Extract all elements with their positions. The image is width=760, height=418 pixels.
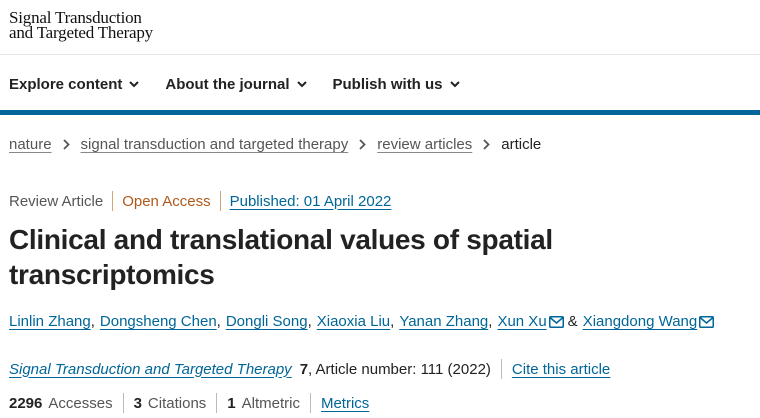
envelope-icon[interactable] <box>548 315 564 328</box>
volume-number: 7 <box>299 360 309 378</box>
author-separator: , <box>90 313 95 330</box>
nav-label: Explore content <box>9 75 123 93</box>
breadcrumb-review-articles[interactable]: review articles <box>377 136 472 153</box>
nav-label: Publish with us <box>332 75 443 93</box>
journal-name-link[interactable]: Signal Transduction and Targeted Therapy <box>9 361 292 378</box>
author-link[interactable]: Xiangdong Wang <box>583 313 698 330</box>
published-date-link[interactable]: Published: 01 April 2022 <box>230 193 392 210</box>
article-meta: Review Article Open Access Published: 01… <box>9 191 391 211</box>
author-link[interactable]: Xiaoxia Liu <box>317 313 390 330</box>
chevron-right-icon <box>62 139 70 150</box>
altmetric-label: Altmetric <box>241 394 300 412</box>
citation-line: Signal Transduction and Targeted Therapy… <box>9 359 610 379</box>
author-link[interactable]: Dongsheng Chen <box>100 313 217 330</box>
metrics-divider <box>122 393 124 413</box>
chevron-right-icon <box>483 139 491 150</box>
author-separator: , <box>488 313 493 330</box>
breadcrumb-journal[interactable]: signal transduction and targeted therapy <box>81 136 349 153</box>
chevron-down-icon <box>449 80 460 87</box>
cite-this-article-link[interactable]: Cite this article <box>512 361 610 378</box>
main-nav: Explore content About the journal Publis… <box>9 72 486 96</box>
citations-count: 3 <box>133 394 142 412</box>
header-divider <box>0 54 760 55</box>
author-link[interactable]: Yanan Zhang <box>399 313 488 330</box>
altmetric-count: 1 <box>227 394 236 412</box>
article-number: , Article number: 111 (2022) <box>308 360 491 378</box>
nav-accent-bar <box>0 110 760 115</box>
author-list: Linlin Zhang, Dongsheng Chen, Dongli Son… <box>9 313 715 330</box>
author-separator: , <box>390 313 395 330</box>
meta-divider <box>219 191 221 211</box>
breadcrumb: nature signal transduction and targeted … <box>9 136 541 153</box>
open-access-badge: Open Access <box>122 192 211 210</box>
citation-divider <box>500 359 502 379</box>
accesses-count: 2296 <box>9 394 43 412</box>
chevron-right-icon <box>359 139 367 150</box>
article-metrics: 2296 Accesses 3 Citations 1 Altmetric Me… <box>9 393 369 413</box>
meta-divider <box>112 191 114 211</box>
author-link[interactable]: Linlin Zhang <box>9 313 91 330</box>
journal-logo[interactable]: Signal Transduction and Targeted Therapy <box>9 9 153 42</box>
chevron-down-icon <box>296 80 307 87</box>
author-separator: , <box>216 313 221 330</box>
accesses-label: Accesses <box>48 394 113 412</box>
metrics-link[interactable]: Metrics <box>321 395 369 412</box>
breadcrumb-current: article <box>501 136 542 153</box>
author-link[interactable]: Dongli Song <box>226 313 308 330</box>
envelope-icon[interactable] <box>699 315 715 328</box>
metrics-divider <box>216 393 218 413</box>
nav-explore-content[interactable]: Explore content <box>9 72 140 96</box>
article-title: Clinical and translational values of spa… <box>9 224 553 290</box>
author-separator: , <box>307 313 312 330</box>
breadcrumb-nature[interactable]: nature <box>9 136 52 153</box>
logo-line-2: and Targeted Therapy <box>9 23 153 42</box>
citations-label: Citations <box>147 394 207 412</box>
nav-label: About the journal <box>165 75 290 93</box>
chevron-down-icon <box>129 80 140 87</box>
nav-publish-with-us[interactable]: Publish with us <box>333 72 460 96</box>
nav-about-the-journal[interactable]: About the journal <box>165 72 307 96</box>
metrics-divider <box>309 393 311 413</box>
author-link[interactable]: Xun Xu <box>497 313 546 330</box>
author-conjunction: & <box>567 313 578 330</box>
article-type: Review Article <box>9 192 104 210</box>
